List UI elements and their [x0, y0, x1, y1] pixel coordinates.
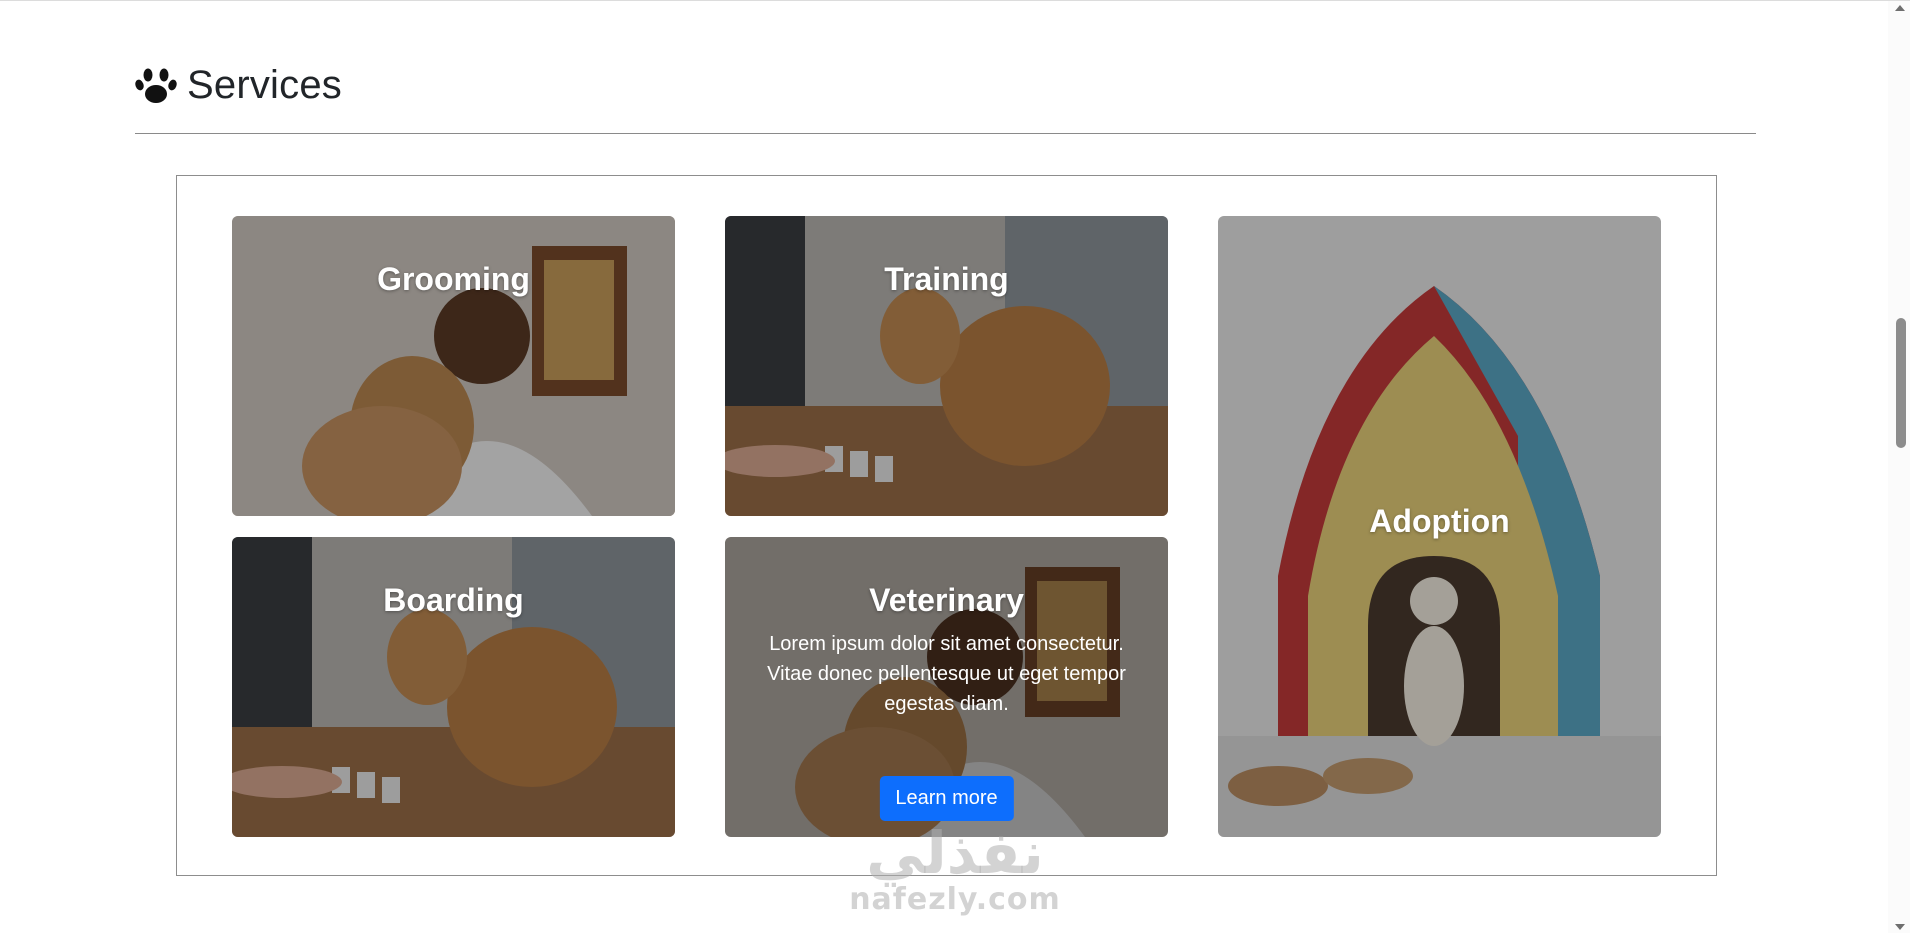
learn-more-button[interactable]: Learn more [879, 776, 1014, 821]
service-card-training[interactable]: Training [725, 216, 1168, 516]
service-card-veterinary[interactable]: Veterinary Lorem ipsum dolor sit amet co… [725, 537, 1168, 837]
boarding-title: Boarding [383, 582, 524, 618]
scrollbar-thumb[interactable] [1896, 318, 1906, 448]
service-card-grooming[interactable]: Grooming [232, 216, 675, 516]
grooming-title: Grooming [377, 261, 530, 297]
section-header: Services [135, 63, 342, 108]
paw-icon [135, 68, 177, 103]
section-divider [135, 133, 1756, 134]
veterinary-title: Veterinary [869, 582, 1024, 618]
page: Services Grooming Training Adoption Boar… [0, 0, 1910, 933]
services-grid: Grooming Training Adoption Boarding Vete… [176, 175, 1717, 876]
service-card-boarding[interactable]: Boarding [232, 537, 675, 837]
scroll-down-arrow[interactable] [1895, 924, 1905, 930]
vertical-scrollbar[interactable] [1888, 1, 1910, 933]
training-title: Training [884, 261, 1009, 297]
adoption-title: Adoption [1369, 503, 1510, 539]
section-title: Services [187, 63, 342, 107]
service-card-adoption[interactable]: Adoption [1218, 216, 1661, 837]
scroll-up-arrow[interactable] [1895, 5, 1905, 11]
veterinary-description: Lorem ipsum dolor sit amet consectetur. … [767, 633, 1126, 715]
watermark-latin: nafezly.com [849, 882, 1061, 917]
